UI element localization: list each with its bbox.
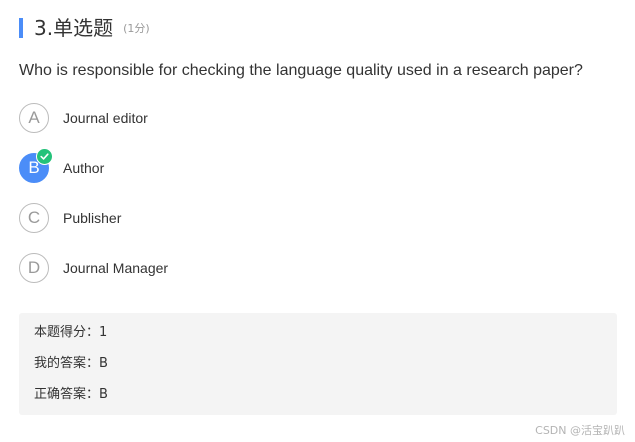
correct-answer-line: 正确答案：B — [34, 387, 108, 402]
option-c[interactable]: C Publisher — [19, 203, 121, 233]
question-score: (1分) — [123, 22, 150, 35]
option-c-label: Publisher — [63, 210, 122, 226]
option-d-letter: D — [27, 258, 41, 277]
option-c-circle[interactable]: C — [19, 203, 49, 233]
option-a-circle[interactable]: A — [19, 103, 49, 133]
option-a-label: Journal editor — [63, 110, 148, 126]
option-a[interactable]: A Journal editor — [19, 103, 148, 133]
option-a-letter: A — [28, 108, 40, 127]
option-b[interactable]: B Author — [19, 148, 105, 183]
question-title: 3.单选题 — [34, 16, 114, 40]
watermark: CSDN @活宝趴趴 — [535, 424, 625, 437]
question-header: 3.单选题 (1分) — [19, 16, 150, 40]
option-d-circle[interactable]: D — [19, 253, 49, 283]
option-d[interactable]: D Journal Manager — [19, 253, 168, 283]
check-icon — [36, 148, 53, 165]
title-accent-bar — [19, 18, 23, 38]
answer-result-box: 本题得分：1 我的答案：B 正确答案：B — [19, 313, 617, 415]
my-answer-line: 我的答案：B — [34, 356, 108, 371]
option-c-letter: C — [27, 208, 41, 227]
option-d-label: Journal Manager — [63, 260, 169, 276]
question-text: Who is responsible for checking the lang… — [19, 62, 583, 79]
score-line: 本题得分：1 — [34, 325, 108, 340]
option-b-label: Author — [63, 160, 105, 176]
option-b-circle[interactable]: B — [19, 148, 53, 183]
quiz-page: 3.单选题 (1分) Who is responsible for checki… — [0, 0, 635, 442]
